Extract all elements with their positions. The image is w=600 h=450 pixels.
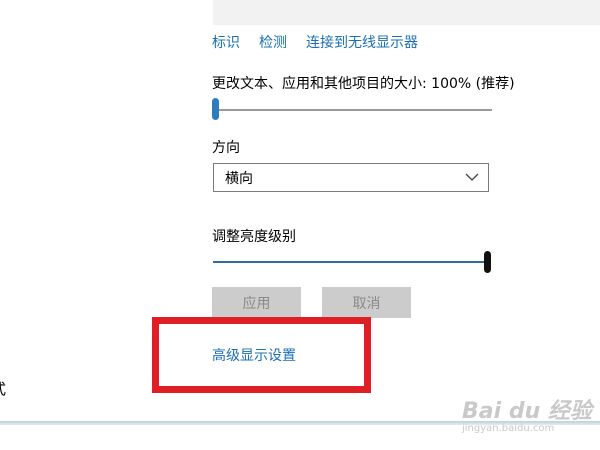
orientation-dropdown[interactable]: 横向	[213, 163, 489, 192]
brightness-slider-track[interactable]	[213, 261, 489, 263]
brightness-slider-thumb[interactable]	[484, 251, 491, 273]
chevron-down-icon	[465, 173, 479, 181]
left-panel-cut-text: 式	[0, 378, 6, 399]
connect-wireless-display-link[interactable]: 连接到无线显示器	[306, 32, 418, 52]
scale-slider-track[interactable]	[213, 109, 492, 111]
display-preview-area	[213, 0, 600, 25]
orientation-selected-value: 横向	[225, 170, 253, 187]
detect-link[interactable]: 检测	[259, 32, 287, 52]
baidu-watermark: Bai du 经验 jingyan.baidu.com	[452, 393, 600, 438]
highlight-annotation-box	[152, 317, 371, 393]
apply-button[interactable]: 应用	[212, 287, 301, 318]
watermark-url: jingyan.baidu.com	[462, 423, 555, 434]
identify-link[interactable]: 标识	[212, 32, 240, 52]
brightness-label: 调整亮度级别	[212, 229, 296, 245]
watermark-logo-text: Bai du 经验	[462, 399, 592, 424]
scale-slider-thumb[interactable]	[212, 98, 219, 120]
cancel-button[interactable]: 取消	[322, 287, 411, 318]
scale-label: 更改文本、应用和其他项目的大小: 100% (推荐)	[212, 76, 515, 92]
display-links: 标识 检测 连接到无线显示器	[212, 32, 437, 52]
orientation-label: 方向	[212, 140, 240, 156]
